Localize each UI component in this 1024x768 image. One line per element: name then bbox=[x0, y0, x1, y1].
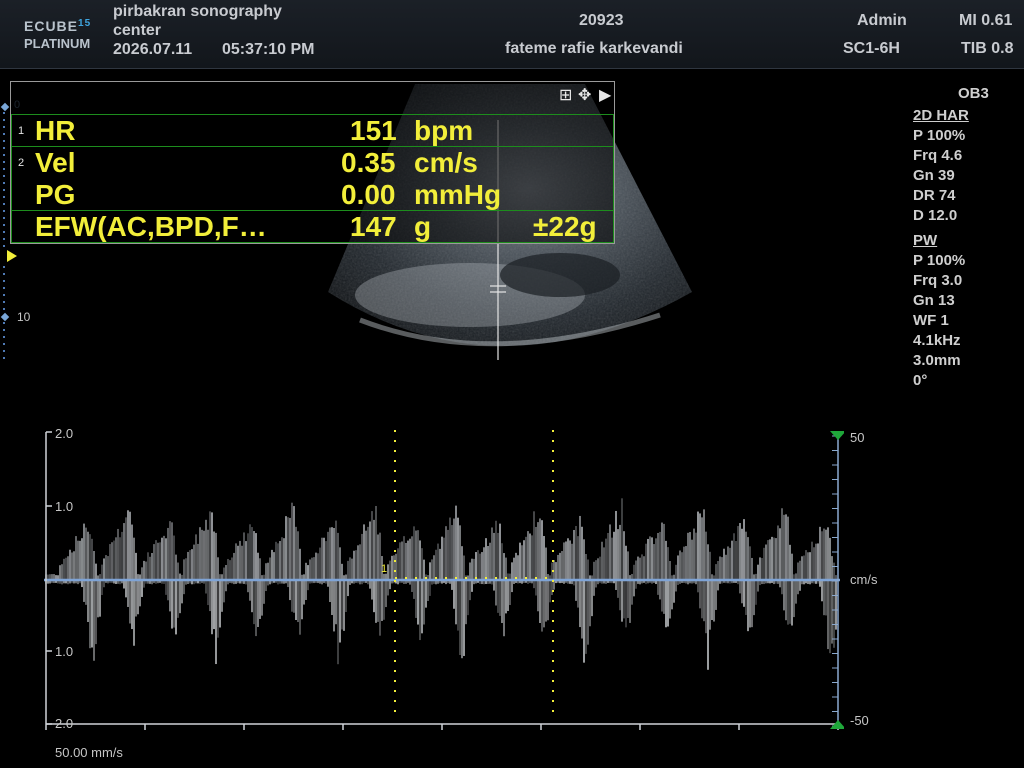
depth-scale-dot bbox=[3, 147, 5, 149]
sweep-speed: 50.00 mm/s bbox=[55, 745, 123, 760]
depth-scale-dot bbox=[3, 266, 5, 268]
measurement-value: 0.00 bbox=[341, 179, 396, 210]
depth-scale-dot bbox=[3, 357, 5, 359]
depth-scale-dot bbox=[3, 308, 5, 310]
param-pw-wall-filter: WF 1 bbox=[913, 312, 949, 329]
measurement-unit: cm/s bbox=[414, 147, 478, 178]
triangle-right-icon[interactable]: ▶ bbox=[599, 88, 611, 104]
depth-scale-dot bbox=[3, 175, 5, 177]
time-label-lower: 1.0 bbox=[55, 644, 74, 659]
depth-scale-dot bbox=[3, 112, 5, 114]
param-pw-power: P 100% bbox=[913, 252, 966, 269]
depth-scale-dot bbox=[3, 273, 5, 275]
param-pw-prf: 4.1kHz bbox=[913, 332, 961, 349]
measurement-label: HR bbox=[35, 115, 76, 146]
depth-scale-dot bbox=[3, 245, 5, 247]
param-pw-gate-size: 3.0mm bbox=[913, 352, 961, 369]
hr-caliper-label: 1 bbox=[381, 563, 388, 575]
depth-scale-dot bbox=[3, 189, 5, 191]
depth-scale-dot bbox=[3, 238, 5, 240]
depth-scale-dot bbox=[3, 210, 5, 212]
depth-scale-dot bbox=[3, 154, 5, 156]
depth-scale-dot bbox=[3, 224, 5, 226]
measurement-row-efw[interactable]: EFW(AC,BPD,F… 147 g ±22g bbox=[11, 211, 614, 243]
pw-doppler-spectrum[interactable] bbox=[44, 430, 844, 730]
move-icon[interactable]: ✥ bbox=[578, 88, 591, 104]
depth-scale-dot bbox=[3, 217, 5, 219]
depth-scale-dot bbox=[3, 350, 5, 352]
time-label-upper: 1.0 bbox=[55, 499, 74, 514]
depth-scale-dot bbox=[3, 182, 5, 184]
preset-name: OB3 bbox=[958, 85, 989, 102]
measurement-label: Vel bbox=[35, 147, 76, 178]
row-index: 2 bbox=[18, 157, 25, 169]
measurement-extra: ±22g bbox=[533, 211, 597, 242]
depth-scale-dot bbox=[3, 301, 5, 303]
time-label-bottom: 2.0 bbox=[55, 716, 74, 731]
velocity-scale-top: 50 bbox=[850, 430, 865, 445]
velocity-unit: cm/s bbox=[850, 572, 878, 587]
param-pw-gain: Gn 13 bbox=[913, 292, 955, 309]
measurement-unit: bpm bbox=[414, 115, 474, 146]
param-2d-frequency: Frq 4.6 bbox=[913, 147, 963, 164]
depth-scale-dot bbox=[3, 140, 5, 142]
depth-scale-dot bbox=[3, 119, 5, 121]
measurement-value: 147 bbox=[350, 211, 397, 242]
grid-icon[interactable]: ⊞ bbox=[559, 88, 572, 104]
depth-scale-dot bbox=[3, 168, 5, 170]
depth-scale-dot bbox=[3, 231, 5, 233]
depth-scale-dot bbox=[3, 322, 5, 324]
imaging-parameters: OB3 2D HAR P 100% Frq 4.6 Gn 39 DR 74 D … bbox=[913, 84, 989, 391]
depth-scale-dot bbox=[3, 203, 5, 205]
depth-scale-dot bbox=[3, 343, 5, 345]
param-2d-depth: D 12.0 bbox=[913, 207, 958, 224]
measurement-row-pg[interactable]: PG 0.00 mmHg bbox=[11, 179, 614, 211]
depth-scale-dot bbox=[3, 336, 5, 338]
measurement-value: 151 bbox=[350, 115, 397, 146]
measurement-unit: g bbox=[414, 211, 432, 242]
depth-scale-dot bbox=[3, 133, 5, 135]
mode-pw-title: PW bbox=[913, 232, 938, 249]
depth-scale-dot bbox=[3, 287, 5, 289]
mode-2d-title: 2D HAR bbox=[913, 107, 969, 124]
depth-scale-dot bbox=[3, 294, 5, 296]
depth-scale-dot bbox=[3, 280, 5, 282]
param-pw-angle: 0° bbox=[913, 372, 928, 389]
measurement-unit: mmHg bbox=[414, 179, 502, 210]
depth-label-mid: 10 bbox=[17, 310, 31, 324]
depth-scale-dot bbox=[3, 329, 5, 331]
measurement-label: EFW(AC,BPD,F… bbox=[35, 211, 267, 242]
depth-scale-dot bbox=[3, 126, 5, 128]
param-2d-gain: Gn 39 bbox=[913, 167, 955, 184]
row-index: 1 bbox=[18, 125, 25, 137]
param-2d-dynamic-range: DR 74 bbox=[913, 187, 956, 204]
param-2d-power: P 100% bbox=[913, 127, 966, 144]
measurement-label: PG bbox=[35, 179, 76, 210]
measurement-toolbar: ⊞ ✥ ▶ bbox=[11, 82, 614, 114]
measurement-row-vel[interactable]: 2 Vel 0.35 cm/s bbox=[11, 147, 614, 179]
measurement-row-hr[interactable]: 1 HR 151 bpm bbox=[11, 115, 614, 147]
depth-scale-dot bbox=[3, 196, 5, 198]
measurement-value: 0.35 bbox=[341, 147, 396, 178]
velocity-scale-bottom: -50 bbox=[850, 713, 869, 728]
measurement-results-panel[interactable]: ⊞ ✥ ▶ 1 HR 151 bpm 2 Vel 0.35 cm/s PG 0.… bbox=[10, 81, 615, 244]
time-label-top: 2.0 bbox=[55, 426, 74, 441]
depth-scale-dot bbox=[3, 161, 5, 163]
focus-marker-icon[interactable] bbox=[6, 249, 18, 263]
param-pw-frequency: Frq 3.0 bbox=[913, 272, 963, 289]
